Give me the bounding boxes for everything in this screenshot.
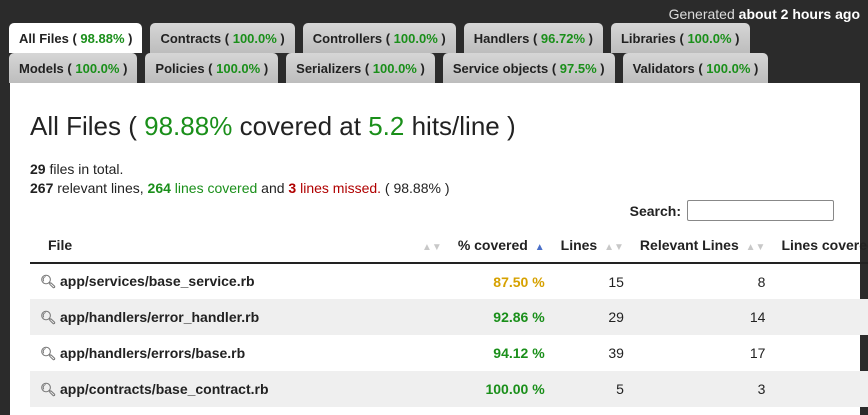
magnifier-icon: 🔍︎	[40, 309, 57, 325]
sort-asc-icon: ▲	[534, 241, 545, 253]
tab-handlers[interactable]: Handlers ( 96.72% )	[463, 23, 603, 53]
coverage-summary: 29 files in total. 267 relevant lines, 2…	[30, 160, 450, 198]
sort-icon: ▲▼	[604, 241, 624, 253]
tab-serializers[interactable]: Serializers ( 100.0% )	[286, 53, 435, 83]
col-header-relevant[interactable]: Relevant Lines ▲▼	[631, 227, 774, 264]
col-header-file[interactable]: File ▲▼	[30, 227, 450, 264]
relevant-lines-line: 267 relevant lines, 264 lines covered an…	[30, 180, 450, 196]
sort-icon: ▲▼	[745, 241, 766, 253]
tab-row-2: Models ( 100.0% ) Policies ( 100.0% ) Se…	[9, 53, 769, 83]
sort-icon: ▲▼	[422, 241, 442, 253]
magnifier-icon: 🔍︎	[40, 274, 57, 289]
tab-service-objects[interactable]: Service objects ( 97.5% )	[442, 53, 615, 83]
lines-covered-count: 3	[773, 371, 868, 407]
lines-covered-count: 16	[773, 335, 868, 371]
file-link[interactable]: 🔍︎ app/handlers/error_handler.rb	[30, 299, 450, 335]
lines-count: 15	[608, 273, 624, 290]
search-area: Search:	[630, 200, 834, 221]
tab-libraries[interactable]: Libraries ( 100.0% )	[610, 23, 750, 53]
lines-count: 29	[552, 299, 632, 335]
col-header-lines[interactable]: Lines ▲▼	[552, 227, 632, 264]
tab-all-files[interactable]: All Files ( 98.88% )	[9, 23, 143, 53]
relevant-count: 3	[631, 371, 774, 407]
magnifier-icon: 🔍︎	[40, 381, 57, 397]
col-header-covered[interactable]: % covered ▲	[449, 227, 553, 264]
file-link[interactable]: 🔍︎ app/services/base_service.rb	[30, 263, 450, 299]
content-panel: All Files ( 98.88% covered at 5.2 hits/l…	[10, 83, 868, 415]
magnifier-icon: 🔍︎	[40, 345, 57, 361]
page-title: All Files ( 98.88% covered at 5.2 hits/l…	[30, 111, 516, 141]
table-row: 🔍︎ app/handlers/errors/base.rb 94.12 % 39…	[30, 335, 868, 371]
tab-controllers[interactable]: Controllers ( 100.0% )	[302, 23, 456, 53]
lines-covered-count: 13	[773, 299, 868, 335]
files-total-line: 29 files in total.	[30, 161, 124, 177]
covered-percent: 87.50 %	[493, 273, 545, 290]
coverage-table: File ▲▼ % covered ▲ Lines ▲▼ Relevant Li…	[30, 227, 868, 407]
tab-models[interactable]: Models ( 100.0% )	[9, 53, 138, 83]
file-link[interactable]: 🔍︎ app/handlers/errors/base.rb	[30, 335, 450, 371]
relevant-count: 8	[757, 273, 766, 290]
covered-percent: 100.00 %	[449, 371, 553, 407]
file-link[interactable]: 🔍︎ app/contracts/base_contract.rb	[30, 371, 450, 407]
covered-percent: 94.12 %	[493, 345, 545, 361]
table-row: 🔍︎ app/contracts/base_contract.rb 100.00 …	[30, 371, 868, 407]
table-row: 🔍︎ app/handlers/error_handler.rb 92.86 % …	[30, 299, 868, 335]
tab-validators[interactable]: Validators ( 100.0% )	[622, 53, 769, 83]
covered-percent: 92.86 %	[449, 299, 553, 335]
table-row: 🔍︎ app/services/base_service.rb 87.50 % 1…	[30, 263, 868, 299]
lines-count: 39	[608, 345, 624, 361]
generated-timestamp: Generated about 2 hours ago	[668, 6, 860, 22]
tab-policies[interactable]: Policies ( 100.0% )	[145, 53, 279, 83]
relevant-count: 14	[631, 299, 774, 335]
relevant-count: 17	[749, 345, 766, 361]
tab-contracts[interactable]: Contracts ( 100.0% )	[150, 23, 295, 53]
col-header-lines-covered[interactable]: Lines covered ▲▼	[773, 227, 868, 264]
search-label: Search:	[629, 202, 681, 219]
tab-row-1: All Files ( 98.88% ) Contracts ( 100.0% …	[9, 23, 750, 53]
lines-count: 5	[552, 371, 632, 407]
search-input[interactable]	[687, 200, 834, 221]
lines-covered-count: 7	[773, 263, 868, 299]
